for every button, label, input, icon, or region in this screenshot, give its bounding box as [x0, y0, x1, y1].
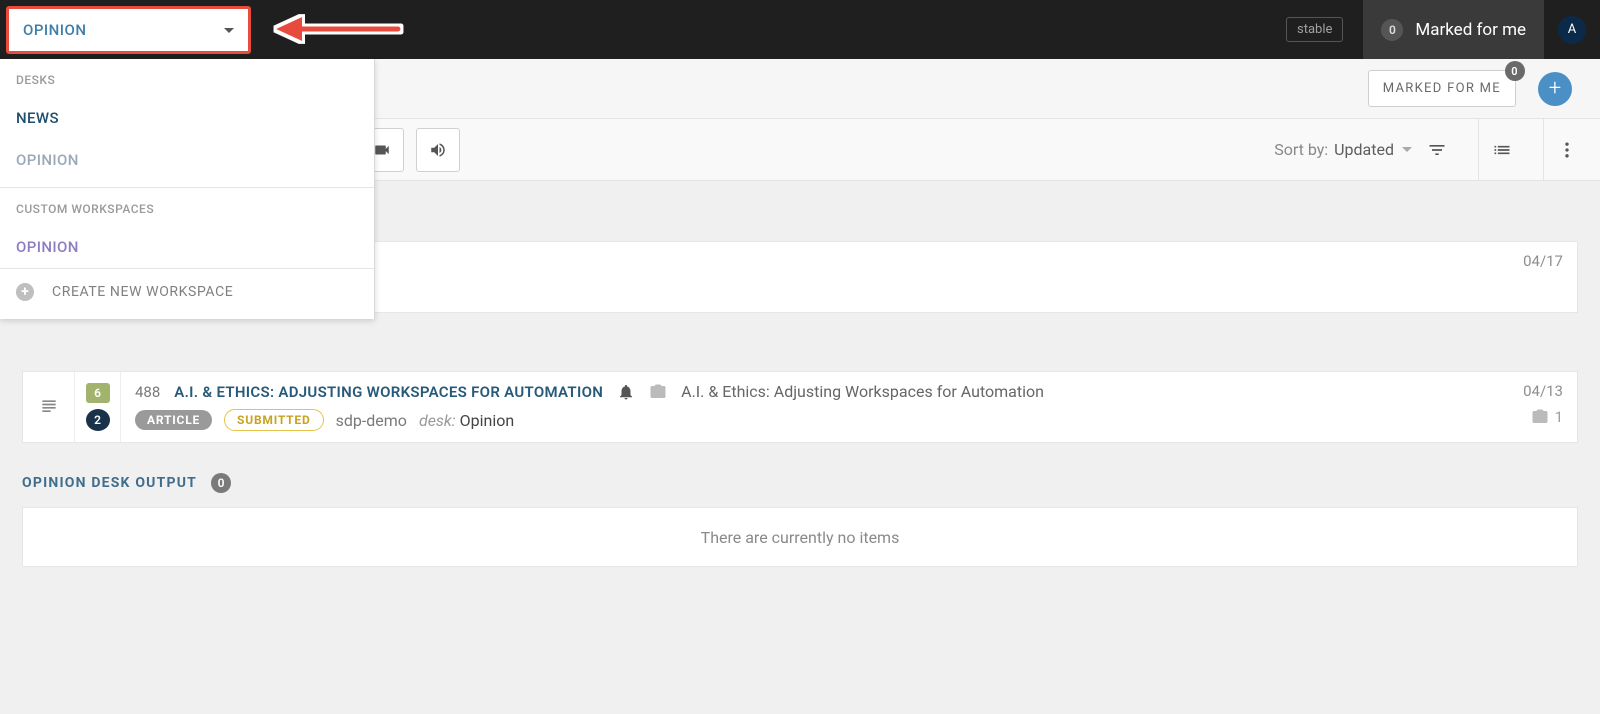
dropdown-workspaces-heading: CUSTOM WORKSPACES: [0, 188, 374, 226]
marked-for-me-pane[interactable]: 0 Marked for me: [1363, 0, 1544, 59]
video-icon: [373, 141, 391, 159]
caret-down-icon: [1402, 147, 1412, 152]
output-empty-text: There are currently no items: [701, 528, 900, 547]
divider: [1543, 119, 1544, 181]
topbar-right: stable 0 Marked for me A: [1286, 0, 1600, 59]
view-list-button[interactable]: [1487, 119, 1517, 181]
sort-by-value: Updated: [1334, 140, 1394, 159]
sort-by-dropdown[interactable]: Sort by: Updated: [1274, 140, 1412, 159]
filter-audio-button[interactable]: [416, 128, 460, 172]
item-photo-count: 1: [1531, 408, 1563, 426]
desk-dropdown-panel: DESKS NEWS OPINION CUSTOM WORKSPACES OPI…: [0, 59, 375, 319]
camera-icon: [649, 383, 667, 401]
create-workspace-label: CREATE NEW WORKSPACE: [52, 284, 233, 300]
desk-dropdown-button[interactable]: OPINION: [6, 6, 251, 54]
divider: [1478, 119, 1479, 181]
output-section-header: OPINION DESK OUTPUT 0: [22, 473, 1578, 493]
marked-count-badge: 0: [1381, 19, 1403, 41]
kebab-icon: [1557, 140, 1577, 160]
audio-icon: [429, 141, 447, 159]
dropdown-item-opinion-desk[interactable]: OPINION: [0, 139, 374, 181]
item-photo-count-value: 1: [1555, 408, 1563, 426]
create-workspace-button[interactable]: + CREATE NEW WORKSPACE: [0, 268, 374, 319]
dropdown-item-opinion-workspace[interactable]: OPINION: [0, 226, 374, 268]
item-desk-prefix: desk:: [419, 411, 456, 430]
marked-label: Marked for me: [1415, 20, 1526, 40]
item-slugline: A.I. & ETHICS: ADJUSTING WORKSPACES FOR …: [174, 383, 603, 401]
bell-icon: [617, 383, 635, 401]
list-item[interactable]: 6 2 488 A.I. & ETHICS: ADJUSTING WORKSPA…: [22, 371, 1578, 443]
filter-settings-button[interactable]: [1422, 119, 1452, 181]
filter-icon: [1427, 140, 1447, 160]
document-icon: [39, 397, 59, 417]
item-type-pill: ARTICLE: [135, 410, 212, 430]
output-empty-state: There are currently no items: [22, 507, 1578, 567]
desk-dropdown-label: OPINION: [23, 21, 87, 39]
item-headline: A.I. & Ethics: Adjusting Workspaces for …: [681, 382, 1044, 401]
plus-circle-icon: +: [16, 283, 34, 301]
marked-button-count-badge: 0: [1505, 61, 1525, 81]
item-desk-name: Opinion: [460, 411, 515, 430]
urgency-badge: 2: [86, 409, 110, 431]
more-options-button[interactable]: [1552, 119, 1582, 181]
item-state-pill: SUBMITTED: [224, 409, 324, 431]
camera-icon: [1531, 408, 1549, 426]
stable-button[interactable]: stable: [1286, 17, 1343, 42]
marked-for-me-button[interactable]: MARKED FOR ME 0: [1368, 70, 1516, 107]
output-section-title: OPINION DESK OUTPUT: [22, 475, 197, 491]
item-author: sdp-demo: [336, 411, 407, 430]
dropdown-item-news[interactable]: NEWS: [0, 97, 374, 139]
output-section-count: 0: [211, 473, 231, 493]
item-date: 04/17: [1523, 252, 1563, 270]
sort-by-prefix: Sort by:: [1274, 140, 1328, 159]
dropdown-desks-heading: DESKS: [0, 59, 374, 97]
caret-down-icon: [224, 28, 234, 33]
user-avatar[interactable]: A: [1558, 16, 1586, 44]
item-date: 04/13: [1523, 382, 1563, 400]
list-icon: [1492, 140, 1512, 160]
create-fab-button[interactable]: +: [1538, 72, 1572, 106]
plus-icon: +: [1549, 76, 1561, 101]
marked-button-label: MARKED FOR ME: [1383, 81, 1501, 96]
priority-badge: 6: [86, 383, 110, 403]
item-wordcount: 488: [135, 383, 160, 401]
